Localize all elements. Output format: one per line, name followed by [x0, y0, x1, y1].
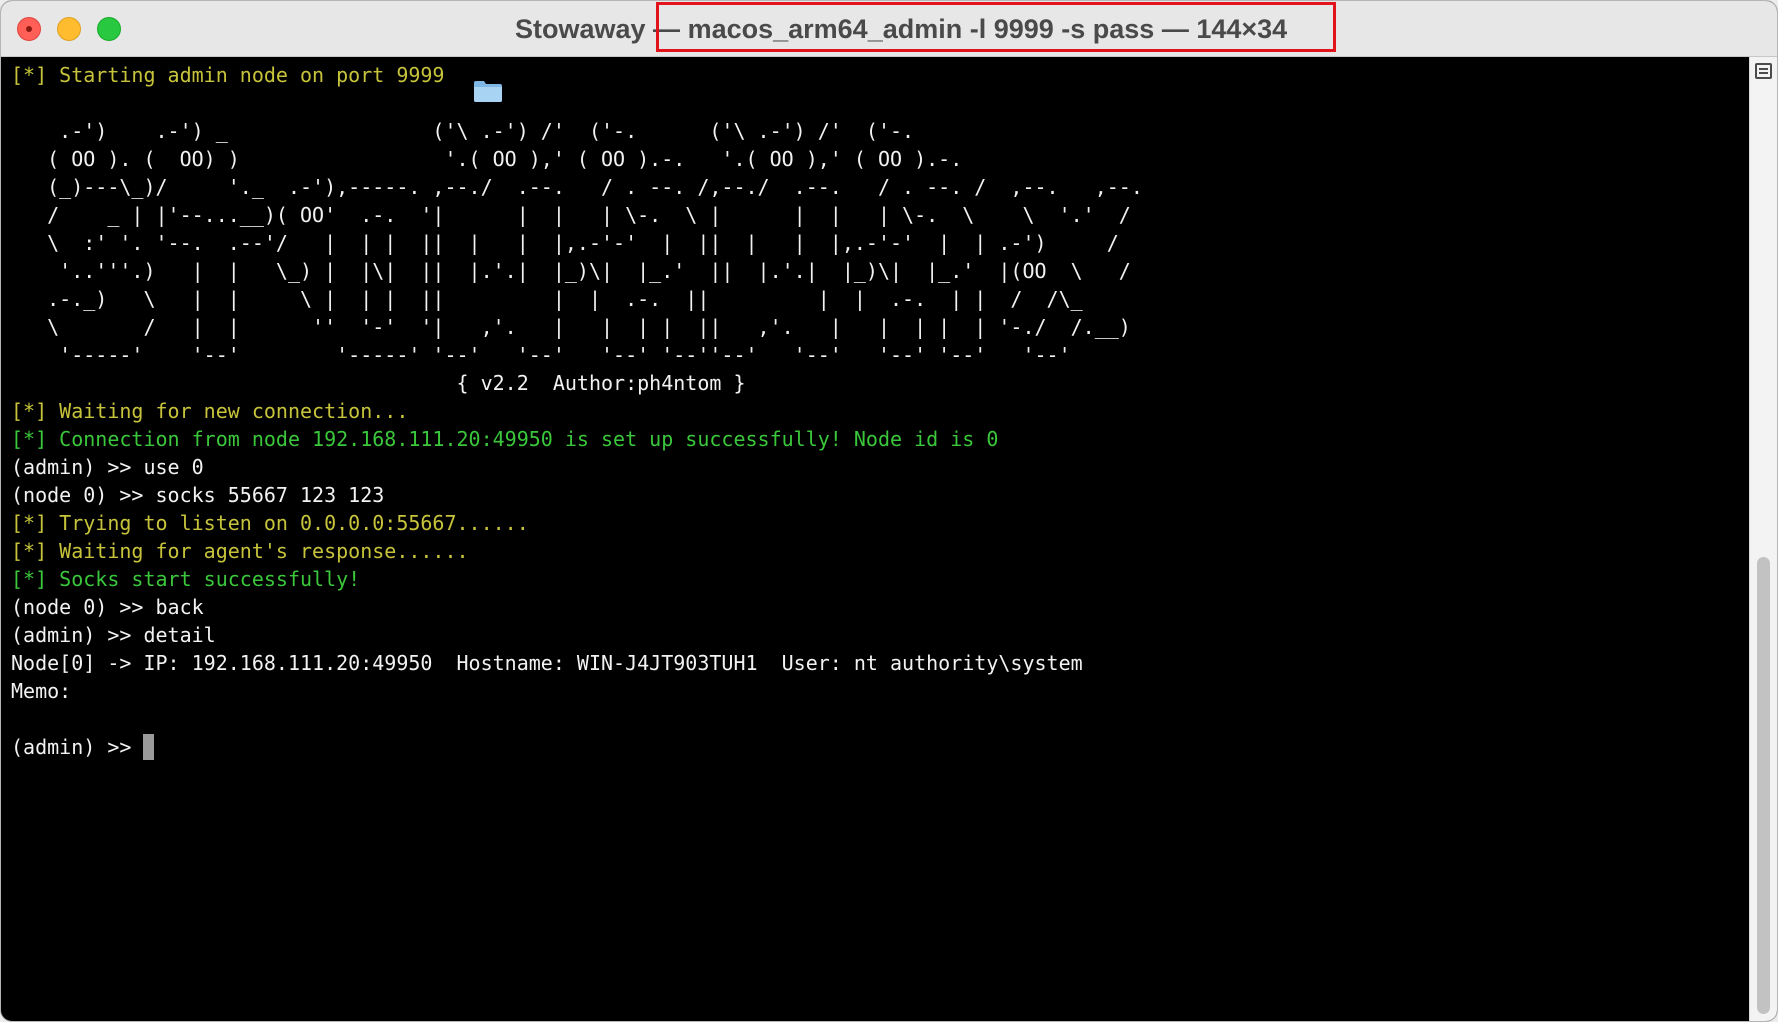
zoom-button[interactable] — [97, 17, 121, 41]
terminal-line: Memo: — [11, 679, 72, 703]
window-title-command: macos_arm64_admin -l 9999 -s pass — 144×… — [687, 13, 1288, 44]
terminal-line: (admin) >> detail — [11, 623, 216, 647]
minimize-button[interactable] — [57, 17, 81, 41]
folder-icon — [473, 17, 503, 102]
scrollbar-menu-icon[interactable] — [1755, 63, 1772, 79]
vertical-scrollbar[interactable] — [1749, 57, 1777, 1021]
terminal-line: .-._) \ | | \ | | | || | | .-. || | | .-… — [11, 287, 1083, 311]
close-button[interactable] — [17, 17, 41, 41]
prompt-text: (admin) >> — [11, 735, 144, 759]
terminal-line: (node 0) >> socks 55667 123 123 — [11, 483, 385, 507]
terminal-line: [*] Connection from node 192.168.111.20:… — [11, 427, 999, 451]
terminal-line: Node[0] -> IP: 192.168.111.20:49950 Host… — [11, 651, 1083, 675]
prompt-line[interactable]: (admin) >> — [11, 733, 1741, 761]
terminal-line: (_)---\_)/ '._ .-'),-----. ,--./ .--. / … — [11, 175, 1143, 199]
terminal-window: Stowaway — macos_arm64_admin -l 9999 -s … — [0, 0, 1778, 1022]
terminal-line: \ :' '. '--. .--'/ | | | || | | |,.-'-' … — [11, 231, 1119, 255]
terminal-line: \ / | | '' '-' '| ,'. | | | | || ,'. | |… — [11, 315, 1131, 339]
terminal-line: [*] Waiting for new connection... — [11, 399, 409, 423]
terminal-line: [*] Socks start successfully! — [11, 567, 361, 591]
terminal-line: { v2.2 Author:ph4ntom } — [11, 371, 746, 395]
window-title-separator: — — [645, 13, 688, 44]
terminal-line: ( OO ). ( OO) ) '.( OO ),' ( OO ).-. '.(… — [11, 147, 963, 171]
terminal-line: .-') .-') _ ('\ .-') /' ('-. ('\ .-') /'… — [11, 119, 915, 143]
terminal-line: [*] Trying to listen on 0.0.0.0:55667...… — [11, 511, 529, 535]
terminal-line: '..'''.) | | \_) | |\| || |.'.| |_)\| |_… — [11, 259, 1131, 283]
terminal-line: (node 0) >> back — [11, 595, 204, 619]
terminal-line: (admin) >> use 0 — [11, 455, 204, 479]
window-title: Stowaway — macos_arm64_admin -l 9999 -s … — [473, 11, 1288, 102]
terminal-line: / _ | |'--...__)( OO' .-. '| | | | \-. \… — [11, 203, 1131, 227]
terminal-line: [*] Waiting for agent's response...... — [11, 539, 469, 563]
terminal-line: '-----' '--' '-----' '--' '--' '--' '--'… — [11, 343, 1071, 367]
text-cursor — [143, 734, 155, 760]
terminal-line: [*] Starting admin node on port 9999 — [11, 63, 445, 87]
title-bar[interactable]: Stowaway — macos_arm64_admin -l 9999 -s … — [1, 1, 1777, 102]
terminal-output[interactable]: [*] Starting admin node on port 9999 .-'… — [11, 61, 1741, 1016]
window-title-app: Stowaway — [515, 13, 646, 44]
scrollbar-thumb[interactable] — [1757, 557, 1770, 1014]
